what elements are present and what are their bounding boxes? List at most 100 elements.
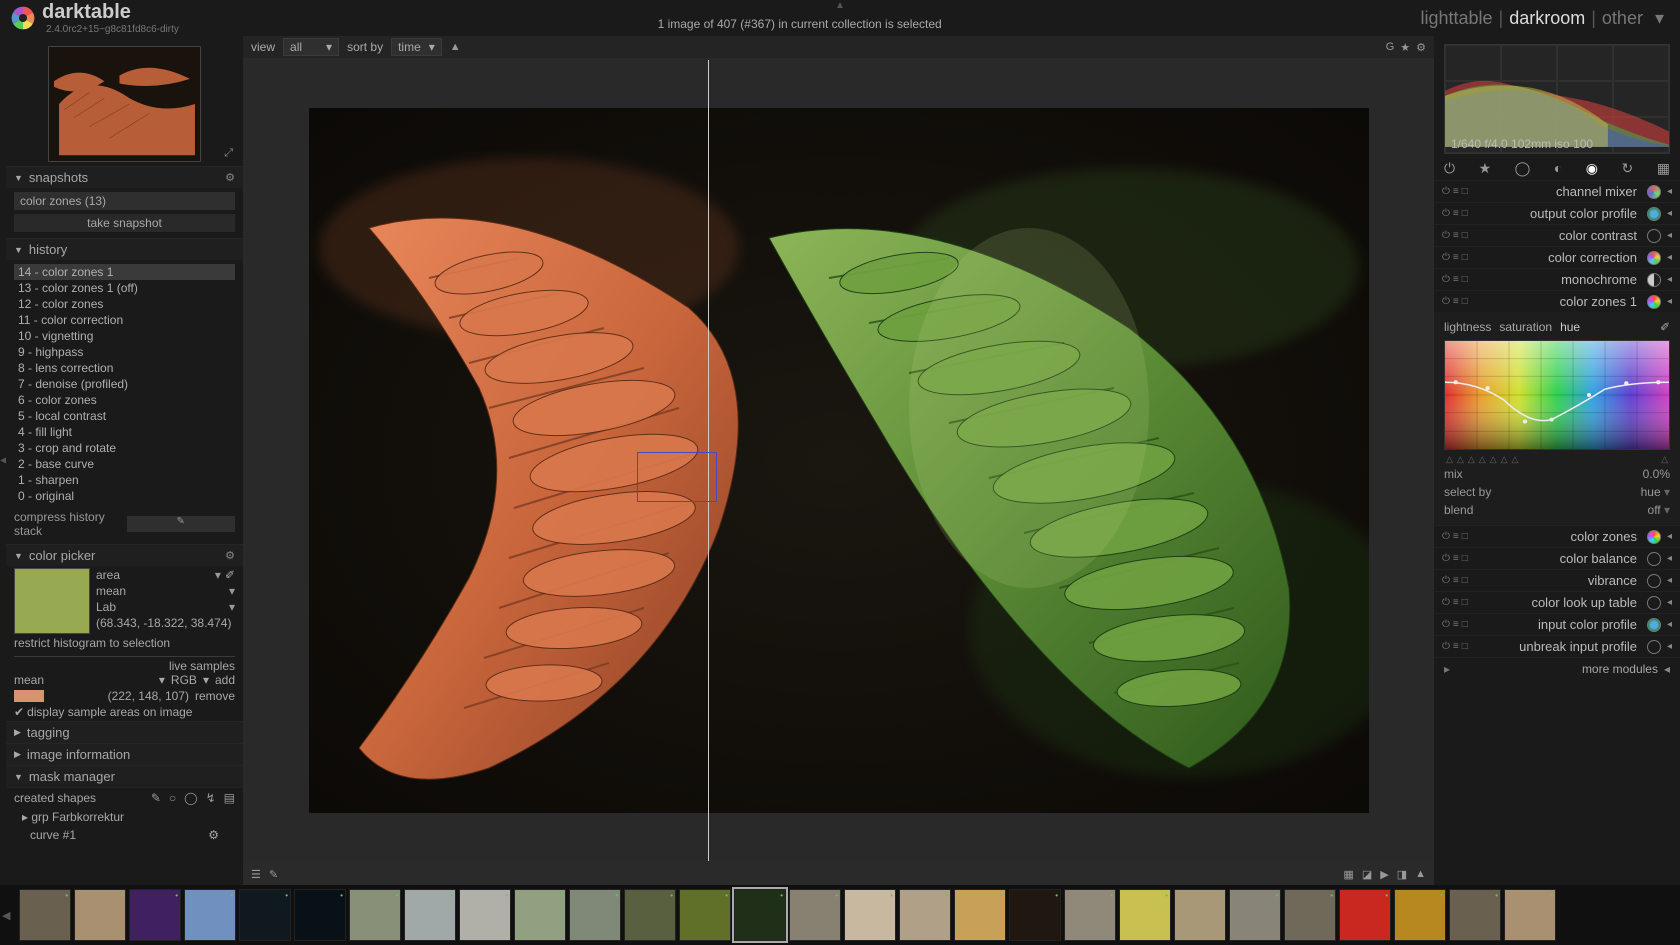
module-row[interactable]: ⏻≡□color correction◂ <box>1434 246 1680 268</box>
mask-curve-item[interactable]: curve #1⚙ <box>6 826 243 844</box>
modgroup-correct-icon[interactable]: ↻ <box>1622 160 1634 177</box>
module-multi-icon[interactable]: ≡ <box>1453 296 1459 307</box>
top-collapse-arrow[interactable]: ▲ <box>835 0 845 11</box>
snapshots-gear-icon[interactable]: ⚙ <box>225 171 235 184</box>
quick-presets-icon[interactable]: ☰ <box>251 868 261 881</box>
module-row[interactable]: ⏻≡□vibrance◂ <box>1434 569 1680 591</box>
module-expand-arrow[interactable]: ◂ <box>1667 230 1672 241</box>
history-item[interactable]: 11 - color correction <box>14 312 235 328</box>
module-reset-icon[interactable]: □ <box>1462 274 1468 285</box>
filmstrip-scroll-left[interactable]: ◀ <box>2 889 16 941</box>
more-modules-arrow-icon[interactable]: ◂ <box>1664 662 1670 676</box>
filmstrip-thumb[interactable]: • <box>844 889 896 941</box>
module-row[interactable]: ⏻≡□color look up table◂ <box>1434 591 1680 613</box>
filmstrip-thumb[interactable]: • <box>404 889 456 941</box>
cz-blend-select[interactable]: off <box>1648 503 1670 517</box>
filmstrip-thumb[interactable]: • <box>679 889 731 941</box>
modgroup-favorites-icon[interactable]: ★ <box>1479 160 1492 177</box>
filmstrip-thumb[interactable]: • <box>514 889 566 941</box>
filmstrip-thumb[interactable]: • <box>294 889 346 941</box>
filmstrip-thumb[interactable]: • <box>349 889 401 941</box>
module-expand-arrow[interactable]: ◂ <box>1667 641 1672 652</box>
history-item[interactable]: 12 - color zones <box>14 296 235 312</box>
gamut-check-icon[interactable]: ▲ <box>1415 868 1426 880</box>
history-item[interactable]: 9 - highpass <box>14 344 235 360</box>
filmstrip-thumb[interactable]: • <box>734 889 786 941</box>
module-expand-arrow[interactable]: ◂ <box>1667 208 1672 219</box>
sortby-select[interactable]: time▾ <box>391 38 442 56</box>
module-reset-icon[interactable]: □ <box>1462 619 1468 630</box>
filmstrip-thumb[interactable]: • <box>899 889 951 941</box>
modgroup-effect-icon[interactable]: ▦ <box>1657 160 1670 177</box>
module-reset-icon[interactable]: □ <box>1462 252 1468 263</box>
filmstrip-thumb[interactable]: • <box>1449 889 1501 941</box>
module-reset-icon[interactable]: □ <box>1462 208 1468 219</box>
module-multi-icon[interactable]: ≡ <box>1453 208 1459 219</box>
module-switch-icon[interactable]: ⏻ <box>1442 208 1450 219</box>
module-row[interactable]: ⏻≡□color balance◂ <box>1434 547 1680 569</box>
overlay-settings-icon[interactable]: ⚙ <box>1416 41 1426 54</box>
filmstrip-thumb[interactable]: • <box>954 889 1006 941</box>
module-multi-icon[interactable]: ≡ <box>1453 531 1459 542</box>
module-row[interactable]: ⏻≡□color contrast◂ <box>1434 224 1680 246</box>
filmstrip-thumb[interactable]: • <box>1394 889 1446 941</box>
module-switch-icon[interactable]: ⏻ <box>1442 230 1450 241</box>
color-zones-graph[interactable] <box>1444 340 1670 450</box>
star-filter-icon[interactable]: ★ <box>1400 41 1410 54</box>
history-item[interactable]: 10 - vignetting <box>14 328 235 344</box>
picker-stat-select[interactable]: mean <box>96 584 225 598</box>
cz-picker-icon[interactable]: ✐ <box>1660 320 1670 334</box>
module-expand-arrow[interactable]: ◂ <box>1667 296 1672 307</box>
module-expand-arrow[interactable]: ◂ <box>1667 531 1672 542</box>
history-item[interactable]: 0 - original <box>14 488 235 504</box>
view-lighttable[interactable]: lighttable <box>1420 8 1492 29</box>
image-canvas[interactable] <box>245 60 1432 861</box>
history-item[interactable]: 13 - color zones 1 (off) <box>14 280 235 296</box>
module-row[interactable]: ⏻≡□channel mixer◂ <box>1434 180 1680 202</box>
module-reset-icon[interactable]: □ <box>1462 597 1468 608</box>
module-switch-icon[interactable]: ⏻ <box>1442 274 1450 285</box>
histogram[interactable]: 1/640 f/4.0 102mm iso 100 <box>1444 44 1670 154</box>
module-multi-icon[interactable]: ≡ <box>1453 252 1459 263</box>
filmstrip-thumb[interactable]: • <box>1229 889 1281 941</box>
module-expand-arrow[interactable]: ◂ <box>1667 186 1672 197</box>
remove-sample-button[interactable]: remove <box>195 689 235 703</box>
cz-tab-lightness[interactable]: lightness <box>1444 320 1491 334</box>
modgroup-color-icon[interactable]: ◉ <box>1586 160 1598 177</box>
module-multi-icon[interactable]: ≡ <box>1453 597 1459 608</box>
history-item[interactable]: 6 - color zones <box>14 392 235 408</box>
filmstrip-thumb[interactable]: • <box>1119 889 1171 941</box>
add-sample-button[interactable]: add <box>215 673 235 687</box>
module-switch-icon[interactable]: ⏻ <box>1442 252 1450 263</box>
history-toggle[interactable]: ▼ <box>14 245 23 255</box>
history-item[interactable]: 7 - denoise (profiled) <box>14 376 235 392</box>
history-item[interactable]: 4 - fill light <box>14 424 235 440</box>
filmstrip-thumb[interactable]: • <box>1339 889 1391 941</box>
filmstrip-thumb[interactable]: • <box>239 889 291 941</box>
nav-thumbnail[interactable] <box>48 46 201 162</box>
overexposed-icon[interactable]: ▶ <box>1380 868 1388 881</box>
raw-overexposed-icon[interactable]: ◪ <box>1362 868 1372 881</box>
module-expand-arrow[interactable]: ◂ <box>1667 553 1672 564</box>
module-multi-icon[interactable]: ≡ <box>1453 186 1459 197</box>
cz-tab-saturation[interactable]: saturation <box>1499 320 1552 334</box>
module-switch-icon[interactable]: ⏻ <box>1442 296 1450 307</box>
cz-mix-slider[interactable]: 0.0% <box>1643 467 1670 481</box>
filmstrip-thumb[interactable]: • <box>569 889 621 941</box>
module-row[interactable]: ⏻≡□unbreak input profile◂ <box>1434 635 1680 657</box>
filmstrip-thumb[interactable]: • <box>129 889 181 941</box>
module-multi-icon[interactable]: ≡ <box>1453 230 1459 241</box>
modgroup-active-icon[interactable]: ⏻ <box>1444 160 1455 177</box>
module-row[interactable]: ⏻≡□monochrome◂ <box>1434 268 1680 290</box>
view-other-dropdown[interactable]: ▾ <box>1649 8 1670 29</box>
cz-tab-hue[interactable]: hue <box>1560 320 1580 334</box>
module-row[interactable]: ⏻≡□color zones◂ <box>1434 525 1680 547</box>
mask-path-icon[interactable]: ↯ <box>206 791 216 805</box>
modgroup-tone-icon[interactable]: ◐ <box>1554 160 1562 176</box>
filmstrip-thumb[interactable]: • <box>789 889 841 941</box>
view-other[interactable]: other <box>1602 8 1643 29</box>
snapshot-item[interactable]: color zones (13) <box>14 192 235 210</box>
mask-manager-toggle[interactable]: ▼ <box>14 772 23 782</box>
group-icon[interactable]: G <box>1386 41 1395 54</box>
filmstrip-thumb[interactable]: • <box>74 889 126 941</box>
